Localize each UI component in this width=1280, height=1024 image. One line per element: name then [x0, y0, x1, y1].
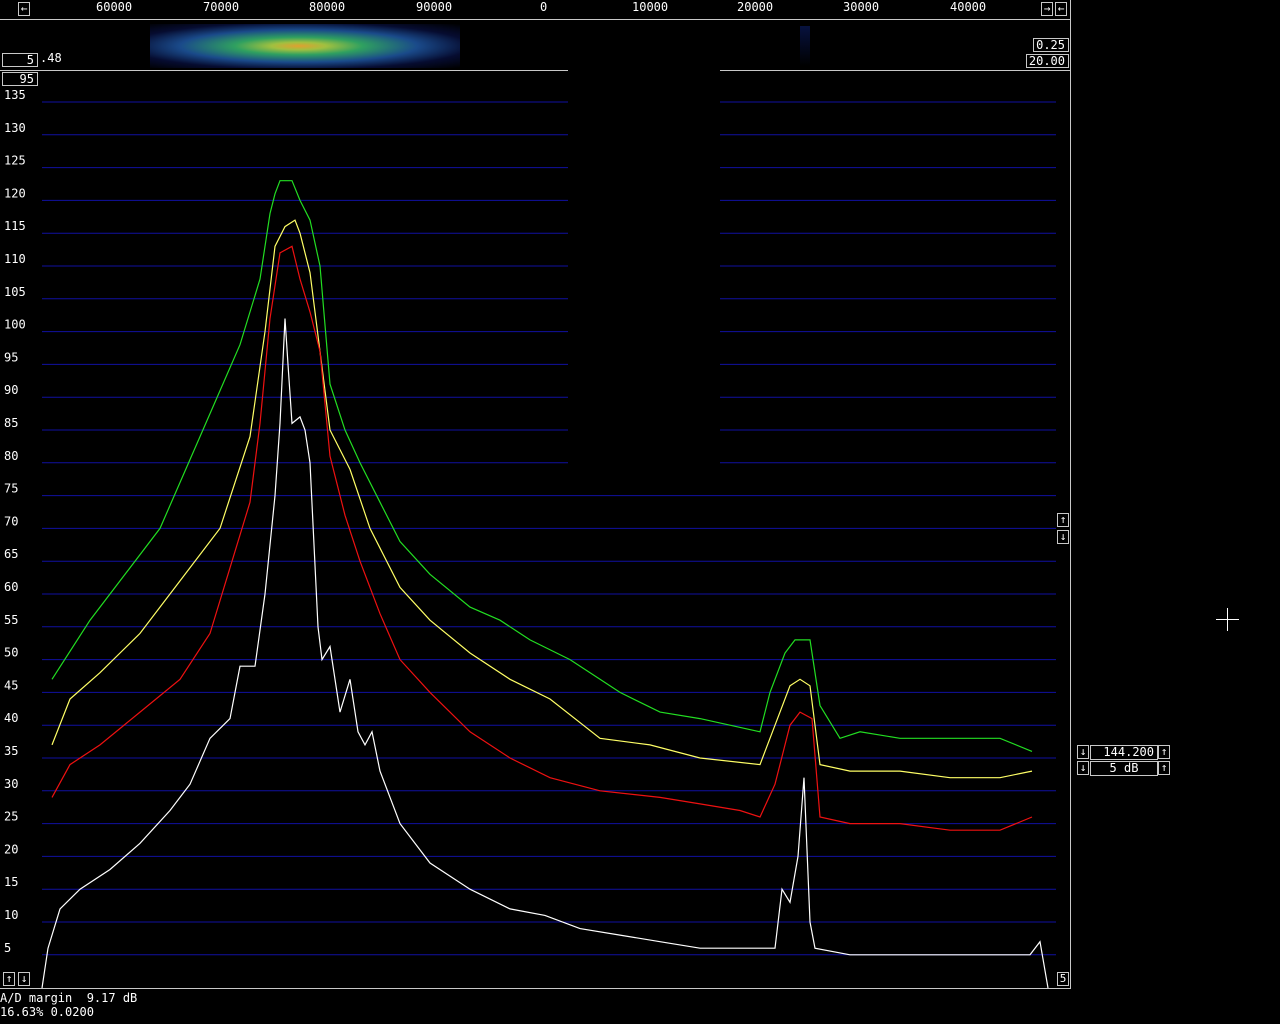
- y-tick-label: 115: [4, 219, 26, 233]
- bottom-right-value[interactable]: 5: [1057, 972, 1069, 986]
- level-status: 16.63% 0.0200: [0, 1005, 94, 1019]
- y-tick-label: 95: [4, 350, 18, 364]
- y-tick-label: 20: [4, 842, 18, 856]
- y-tick-label: 105: [4, 285, 26, 299]
- y-tick-label: 15: [4, 875, 18, 889]
- y-tick-label: 65: [4, 547, 18, 561]
- y-tick-label: 135: [4, 88, 26, 102]
- y-tick-label: 110: [4, 252, 26, 266]
- y-tick-label: 40: [4, 711, 18, 725]
- y-tick-label: 75: [4, 482, 18, 496]
- y-tick-label: 45: [4, 678, 18, 692]
- y-tick-label: 125: [4, 154, 26, 168]
- freq-down-button[interactable]: ↓: [1077, 745, 1089, 759]
- freq-up-button[interactable]: ↑: [1158, 745, 1170, 759]
- spectrum-scroll-down-button[interactable]: ↓: [1057, 530, 1069, 544]
- y-tick-label: 90: [4, 383, 18, 397]
- y-tick-label: 120: [4, 186, 26, 200]
- y-tick-label: 30: [4, 777, 18, 791]
- y-tick-label: 35: [4, 744, 18, 758]
- y-tick-label: 85: [4, 416, 18, 430]
- db-step-input[interactable]: 5 dB: [1090, 761, 1158, 776]
- y-tick-label: 50: [4, 646, 18, 660]
- y-tick-label: 25: [4, 810, 18, 824]
- y-tick-label: 5: [4, 941, 11, 955]
- db-down-button[interactable]: ↓: [1077, 761, 1089, 775]
- spectrum-chart[interactable]: 1351301251201151101051009590858075706560…: [0, 0, 1070, 990]
- y-tick-label: 100: [4, 318, 26, 332]
- y-tick-label: 10: [4, 908, 18, 922]
- y-tick-label: 55: [4, 613, 18, 627]
- frequency-input[interactable]: 144.200: [1090, 745, 1158, 760]
- spectrum-trace-white: [41, 318, 1049, 989]
- y-tick-label: 60: [4, 580, 18, 594]
- bottom-up-button[interactable]: ↑: [3, 972, 15, 986]
- spectrum-scroll-up-button[interactable]: ↑: [1057, 513, 1069, 527]
- ad-margin-status: A/D margin 9.17 dB: [0, 991, 138, 1005]
- spectrum-frame-right: [1070, 0, 1071, 989]
- bottom-down-button[interactable]: ↓: [18, 972, 30, 986]
- y-tick-label: 80: [4, 449, 18, 463]
- y-tick-label: 130: [4, 121, 26, 135]
- db-up-button[interactable]: ↑: [1158, 761, 1170, 775]
- y-tick-label: 70: [4, 514, 18, 528]
- crosshair-cursor-icon: [1216, 608, 1239, 631]
- spectrum-trace-red: [51, 245, 1033, 831]
- spectrum-trace-yellow: [51, 219, 1033, 779]
